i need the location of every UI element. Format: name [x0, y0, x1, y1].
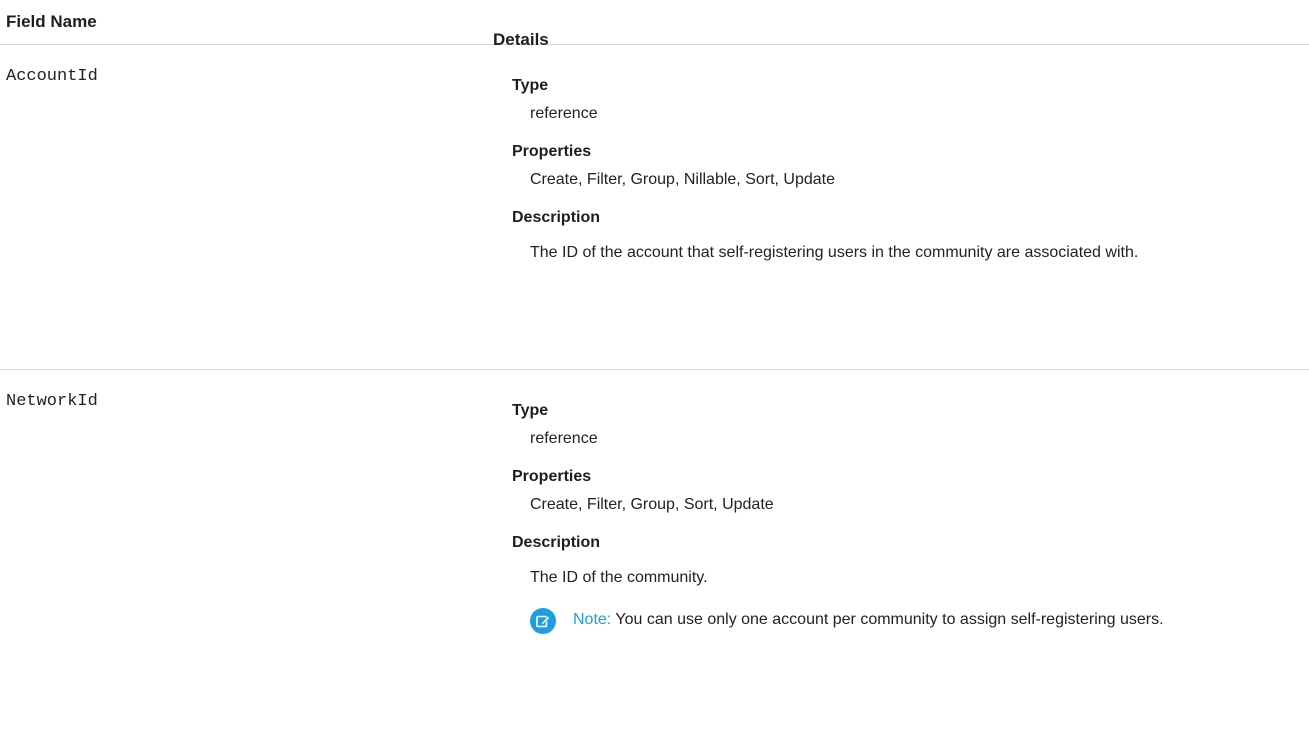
table-header: Field Name Details: [0, 0, 1309, 49]
note-text: You can use only one account per communi…: [615, 611, 1164, 628]
table-row: NetworkId Type reference Properties Crea…: [0, 370, 1309, 742]
properties-label: Properties: [512, 143, 592, 160]
properties-label: Properties: [512, 468, 592, 485]
field-name: NetworkId: [6, 392, 98, 411]
type-value: reference: [530, 430, 598, 447]
type-label: Type: [512, 77, 549, 94]
description-value: The ID of the community.: [530, 569, 708, 586]
description-value: The ID of the account that self-register…: [530, 244, 1139, 261]
field-name: AccountId: [6, 67, 98, 86]
field-details: Type reference Properties Create, Filter…: [512, 400, 1302, 634]
type-label: Type: [512, 402, 549, 419]
properties-value: Create, Filter, Group, Nillable, Sort, U…: [530, 171, 836, 188]
note-callout: Note: You can use only one account per c…: [530, 606, 1213, 634]
table-row: AccountId Type reference Properties Crea…: [0, 45, 1309, 370]
field-details: Type reference Properties Create, Filter…: [512, 75, 1302, 281]
properties-value: Create, Filter, Group, Sort, Update: [530, 496, 774, 513]
type-value: reference: [530, 105, 598, 122]
column-header-field-name: Field Name: [6, 12, 97, 31]
note-label: Note:: [573, 611, 616, 628]
description-label: Description: [512, 534, 601, 551]
edit-note-icon: [530, 608, 556, 634]
field-table: Field Name Details AccountId Type refere…: [0, 0, 1309, 742]
description-label: Description: [512, 209, 601, 226]
